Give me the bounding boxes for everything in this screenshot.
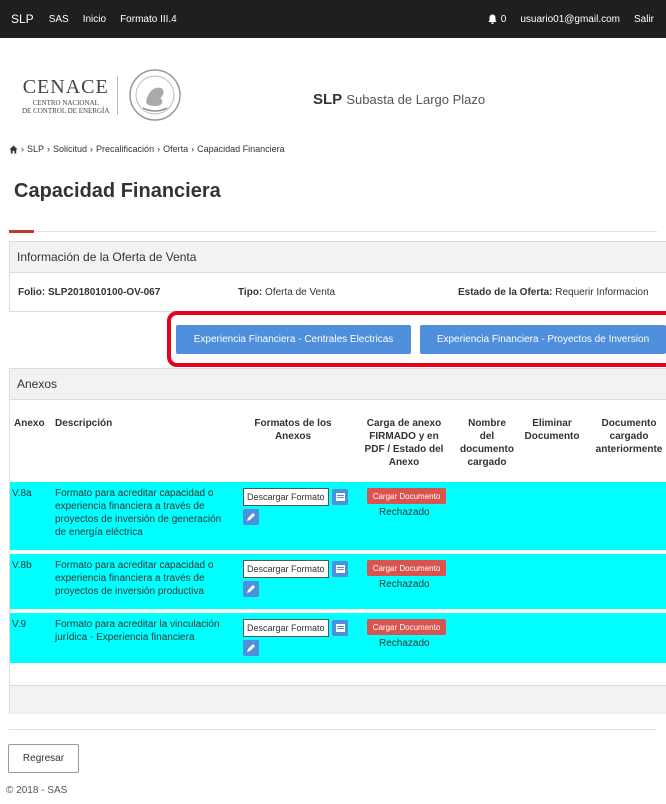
home-icon[interactable]: [9, 144, 18, 154]
table-row: V.8b Formato para acreditar capacidad oe…: [10, 554, 666, 609]
status-badge: Rechazado: [379, 638, 430, 649]
navbar-brand[interactable]: SLP: [11, 12, 34, 26]
status-badge: Rechazado: [379, 507, 430, 518]
notifications-button[interactable]: 0: [488, 13, 507, 25]
breadcrumb-oferta[interactable]: Oferta: [163, 144, 188, 154]
col-eliminar: Eliminar Documento: [524, 418, 580, 442]
tipo: Tipo: Oferta de Venta: [238, 286, 336, 298]
list-icon: [335, 565, 345, 573]
anexo-id: V.8b: [12, 560, 32, 571]
col-nombre: Nombre del documento cargado: [460, 418, 514, 468]
title-divider: [9, 231, 657, 232]
nav-link-inicio[interactable]: Inicio: [83, 14, 106, 25]
edit-button[interactable]: [243, 509, 259, 525]
app-title: SLP Subasta de Largo Plazo: [313, 91, 486, 108]
info-panel-title: Información de la Oferta de Venta: [10, 242, 666, 273]
cargar-documento-button[interactable]: Cargar Documento: [367, 560, 446, 576]
nav-link-sas[interactable]: SAS: [49, 14, 69, 25]
estado-oferta: Estado de la Oferta: Requerir Informacio…: [458, 286, 649, 298]
breadcrumb-current: Capacidad Financiera: [197, 144, 285, 154]
anexos-panel: Anexos Anexo Descripción Formatos de los…: [9, 368, 666, 714]
anexo-id: V.8a: [12, 488, 32, 499]
edit-button[interactable]: [243, 640, 259, 656]
top-navbar: SLP SAS Inicio Formato III.4 0 usuario01…: [0, 0, 666, 38]
notifications-count: 0: [500, 13, 507, 25]
descargar-formato-button[interactable]: Descargar Formato: [243, 488, 329, 506]
header-logos: CENACE CENTRO NACIONAL DE CONTROL DE ENE…: [22, 68, 182, 122]
view-list-button[interactable]: [332, 620, 348, 636]
pencil-icon: [247, 513, 255, 521]
breadcrumb-slp[interactable]: SLP: [27, 144, 44, 154]
table-row: V.9 Formato para acreditar la vinculació…: [10, 613, 666, 663]
status-badge: Rechazado: [379, 579, 430, 590]
list-icon: [335, 624, 345, 632]
user-email-link[interactable]: usuario01@gmail.com: [520, 14, 620, 25]
mexico-seal-icon: [129, 69, 182, 121]
col-carga: Carga de anexo FIRMADO y en PDF / Estado …: [364, 418, 444, 468]
page-title: Capacidad Financiera: [14, 180, 221, 202]
title-accent: [9, 230, 34, 233]
experiencia-proyectos-button[interactable]: Experiencia Financiera - Proyectos de In…: [420, 325, 666, 354]
regresar-button[interactable]: Regresar: [8, 744, 79, 773]
footer-divider: [9, 729, 657, 730]
breadcrumb-solicitud[interactable]: Solicitud: [53, 144, 87, 154]
pencil-icon: [247, 585, 255, 593]
breadcrumb: › SLP › Solicitud › Precalificación › Of…: [9, 144, 285, 154]
anexo-id: V.9: [12, 619, 27, 630]
cenace-logo: CENACE CENTRO NACIONAL DE CONTROL DE ENE…: [22, 75, 119, 115]
edit-button[interactable]: [243, 581, 259, 597]
cargar-documento-button[interactable]: Cargar Documento: [367, 488, 446, 504]
list-icon: [335, 493, 345, 501]
descargar-formato-button[interactable]: Descargar Formato: [243, 619, 329, 637]
table-row: V.8a Formato para acreditar capacidad oe…: [10, 482, 666, 550]
view-list-button[interactable]: [332, 489, 348, 505]
anexos-panel-footer: [10, 685, 666, 714]
bell-icon: [488, 14, 497, 24]
breadcrumb-precalificacion[interactable]: Precalificación: [96, 144, 154, 154]
col-anexo: Anexo: [14, 418, 45, 429]
cargar-documento-button[interactable]: Cargar Documento: [367, 619, 446, 635]
descargar-formato-button[interactable]: Descargar Formato: [243, 560, 329, 578]
experiencia-centrales-button[interactable]: Experiencia Financiera - Centrales Elect…: [176, 325, 411, 354]
anexos-panel-title: Anexos: [10, 369, 666, 400]
anexo-descripcion: Formato para acreditar capacidad o experi…: [55, 560, 214, 597]
folio: Folio: SLP2018010100-OV-067: [18, 286, 161, 298]
col-formatos: Formatos de los Anexos: [254, 418, 332, 442]
info-panel: Información de la Oferta de Venta Folio:…: [9, 241, 666, 312]
logout-link[interactable]: Salir: [634, 14, 654, 25]
nav-link-formato[interactable]: Formato III.4: [120, 14, 177, 25]
col-documento-anterior: Documento cargado anteriormente: [595, 418, 663, 455]
copyright: © 2018 - SAS: [6, 785, 68, 796]
anexo-descripcion: Formato para acreditar la vinculación jur…: [55, 619, 220, 643]
anexo-descripcion: Formato para acreditar capacidad o experi…: [55, 488, 222, 538]
col-descripcion: Descripción: [55, 418, 113, 429]
pencil-icon: [247, 644, 255, 652]
view-list-button[interactable]: [332, 561, 348, 577]
